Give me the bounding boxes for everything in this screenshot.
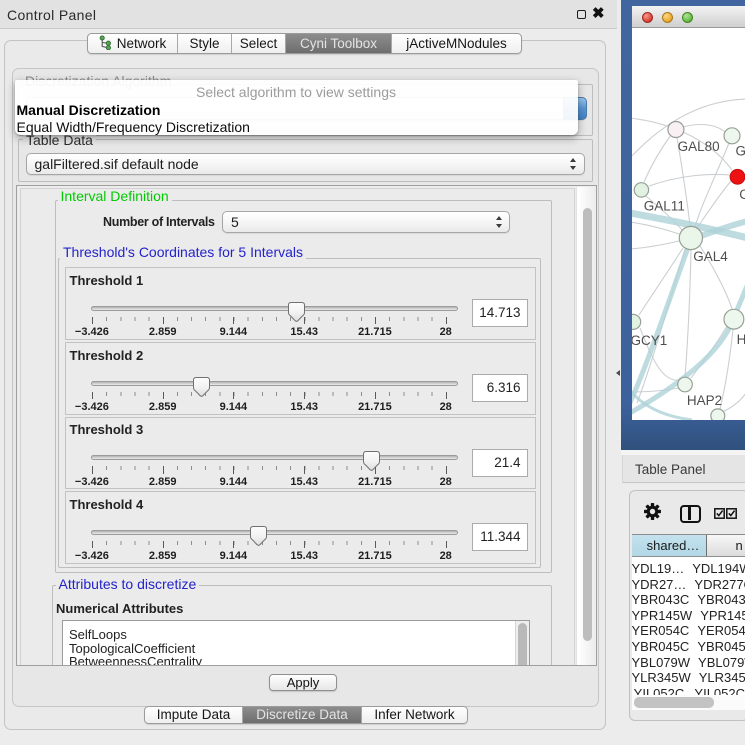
svg-text:HS: HS [736,332,745,347]
svg-text:GAL80: GAL80 [677,139,719,154]
svg-text:HAP2: HAP2 [686,393,721,408]
svg-text:GA: GA [735,144,745,159]
svg-text:GCY1: GCY1 [632,333,667,348]
svg-text:GAL4: GAL4 [693,249,728,264]
svg-text:CR: CR [739,187,745,202]
svg-text:GAL11: GAL11 [643,199,684,214]
